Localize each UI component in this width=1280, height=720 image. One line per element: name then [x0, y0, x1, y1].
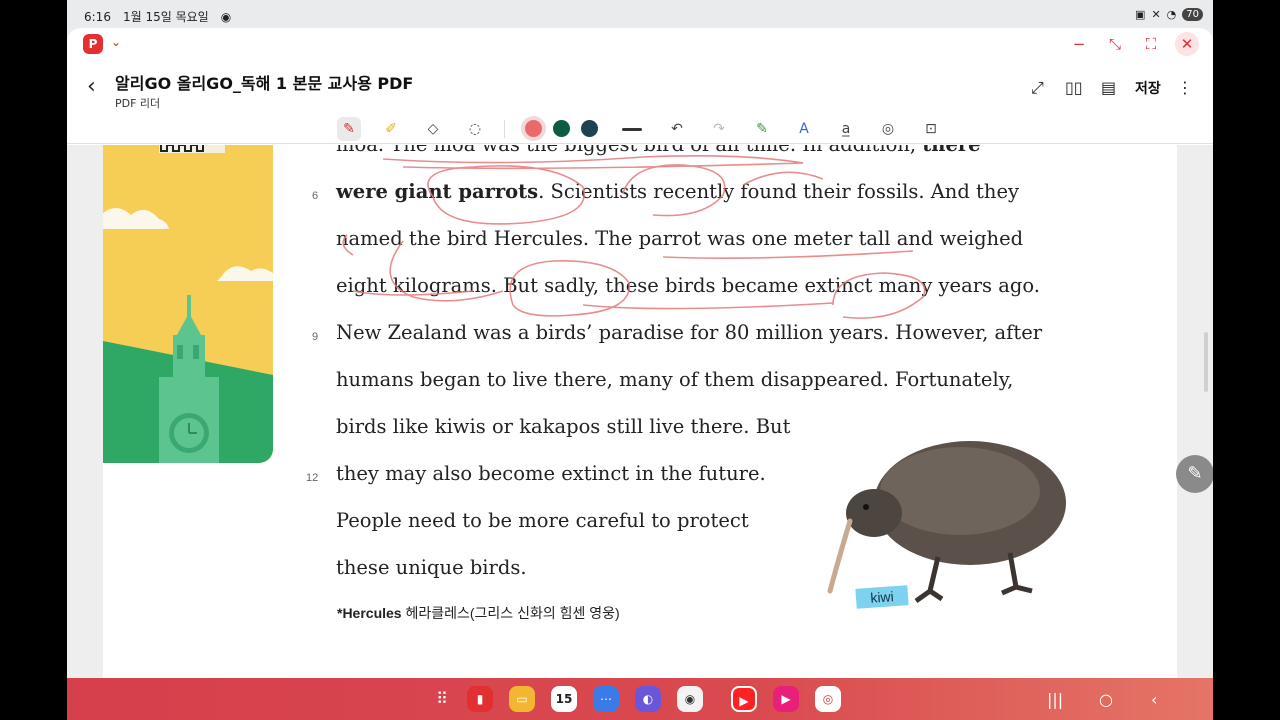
line-number-6: 6	[312, 190, 319, 202]
text-line-7: birds like kiwis or kakapos still live t…	[336, 415, 791, 438]
pdf-app-icon[interactable]: ▮	[467, 686, 493, 712]
screen-record-icon: ◉	[220, 9, 232, 24]
back-arrow-icon[interactable]: ‹	[87, 74, 96, 99]
mute-icon: ✕	[1151, 8, 1161, 21]
status-date: 1월 15일 목요일	[122, 10, 209, 24]
book-view-icon[interactable]: ▯▯	[1065, 78, 1083, 97]
fullscreen-icon[interactable]: ⛶	[1139, 32, 1163, 56]
new-zealand-illustration	[103, 145, 273, 463]
status-time: 6:16	[84, 9, 111, 24]
document-title: 알리GO 올리GO_독해 1 본문 교사용 PDF	[115, 74, 414, 93]
cast-icon: ▣	[1135, 8, 1146, 21]
eraser-icon[interactable]: ◇	[421, 117, 445, 141]
window-controls: P ⌄ − ⤡ ⛶ ✕	[67, 28, 1213, 60]
expand-icon[interactable]: ⤢	[1031, 78, 1044, 98]
app-drawer-icon[interactable]: ⠿	[429, 686, 455, 712]
wifi-icon: ◔	[1166, 8, 1177, 21]
video-player-icon[interactable]: ▶	[773, 686, 799, 712]
document-settings-icon[interactable]: ▤	[1101, 78, 1116, 97]
pdf-page: moa. The moa was the biggest bird of all…	[103, 145, 1177, 678]
text-line-2: were giant parrots. Scientists recently …	[336, 180, 1019, 203]
line-number-9: 9	[312, 331, 319, 343]
more-options-icon[interactable]: ⋮	[1177, 78, 1193, 97]
home-icon[interactable]: ○	[1099, 690, 1113, 709]
document-canvas[interactable]: moa. The moa was the biggest bird of all…	[67, 145, 1213, 678]
lasso-icon[interactable]: ◌	[463, 117, 487, 141]
marker-icon[interactable]: ✎	[750, 117, 774, 141]
minimize-icon[interactable]: −	[1067, 32, 1091, 56]
document-header: ‹ 알리GO 올리GO_독해 1 본문 교사용 PDF PDF 리더 ⤢ ▯▯ …	[67, 64, 1213, 114]
close-icon[interactable]: ✕	[1175, 32, 1199, 56]
lock-page-icon[interactable]: ⊡	[919, 117, 943, 141]
stroke-width-icon[interactable]	[622, 128, 642, 131]
redo-icon[interactable]: ↷	[707, 117, 731, 141]
bold-word: there	[922, 145, 980, 156]
highlighter-icon[interactable]: ✐	[379, 117, 403, 141]
color-swatch-navy[interactable]	[581, 120, 598, 137]
footnote: *Hercules 헤라클레스(그리스 신화의 힘센 영웅)	[337, 605, 620, 621]
edit-pen-button[interactable]: ✎	[1176, 455, 1213, 493]
app-name: PDF 리더	[115, 97, 161, 110]
folder-icon[interactable]: ▭	[509, 686, 535, 712]
annotation-toolbar: ✎ ✐ ◇ ◌ ↶ ↷ ✎ A a̲ ◎ ⊡	[67, 114, 1213, 144]
line-number-12: 12	[306, 472, 319, 484]
chrome-icon[interactable]: ◎	[815, 686, 841, 712]
messages-icon[interactable]: ⋯	[593, 686, 619, 712]
kiwi-label: kiwi	[855, 585, 909, 609]
toolbar-divider	[504, 120, 505, 138]
text-line-1: moa. The moa was the biggest bird of all…	[336, 145, 981, 156]
battery-indicator: 70	[1182, 8, 1203, 21]
text-line-4: eight kilograms. But sadly, these birds …	[336, 274, 1040, 297]
camera-icon[interactable]: ◉	[677, 686, 703, 712]
tablet-screen: 6:16 1월 15일 목요일 ◉ ▣ ✕ ◔ 70 P ⌄ − ⤡ ⛶ ✕ ‹…	[67, 0, 1213, 720]
internet-icon[interactable]: ◐	[635, 686, 661, 712]
text-line-10: these unique birds.	[336, 556, 527, 579]
pen-tool-icon[interactable]: ✎	[337, 117, 361, 141]
recent-apps-icon[interactable]: |||	[1047, 690, 1063, 709]
back-nav-icon[interactable]: ‹	[1151, 690, 1157, 709]
color-swatch-red[interactable]	[525, 120, 542, 137]
text-line-9: People need to be more careful to protec…	[336, 509, 749, 532]
save-button[interactable]: 저장	[1135, 78, 1161, 98]
shapes-icon[interactable]: ◎	[876, 117, 900, 141]
text-line-6: humans began to live there, many of them…	[336, 368, 1014, 391]
text-line-3: named the bird Hercules. The parrot was …	[336, 227, 1024, 250]
youtube-icon[interactable]: ▶	[731, 686, 757, 712]
color-swatch-green[interactable]	[553, 120, 570, 137]
status-bar: 6:16 1월 15일 목요일 ◉ ▣ ✕ ◔ 70	[67, 0, 1213, 30]
text-line-8: they may also become extinct in the futu…	[336, 462, 766, 485]
calendar-icon[interactable]: 15	[551, 686, 577, 712]
taskbar: ⠿ ▮ ▭ 15 ⋯ ◐ ◉ ▶ ▶ ◎ ||| ○ ‹	[67, 678, 1213, 720]
undo-icon[interactable]: ↶	[665, 117, 689, 141]
shrink-window-icon[interactable]: ⤡	[1103, 32, 1127, 56]
app-logo-icon[interactable]: P	[83, 34, 103, 54]
text-line-5: New Zealand was a birds’ paradise for 80…	[336, 321, 1043, 344]
scrollbar[interactable]	[1204, 332, 1208, 392]
text-box-icon[interactable]: a̲	[834, 117, 858, 141]
text-style-icon[interactable]: A	[792, 117, 816, 141]
chevron-down-icon[interactable]: ⌄	[111, 35, 121, 49]
pdf-reader-window: P ⌄ − ⤡ ⛶ ✕ ‹ 알리GO 올리GO_독해 1 본문 교사용 PDF …	[67, 28, 1213, 678]
kiwi-image: kiwi	[820, 421, 1072, 609]
